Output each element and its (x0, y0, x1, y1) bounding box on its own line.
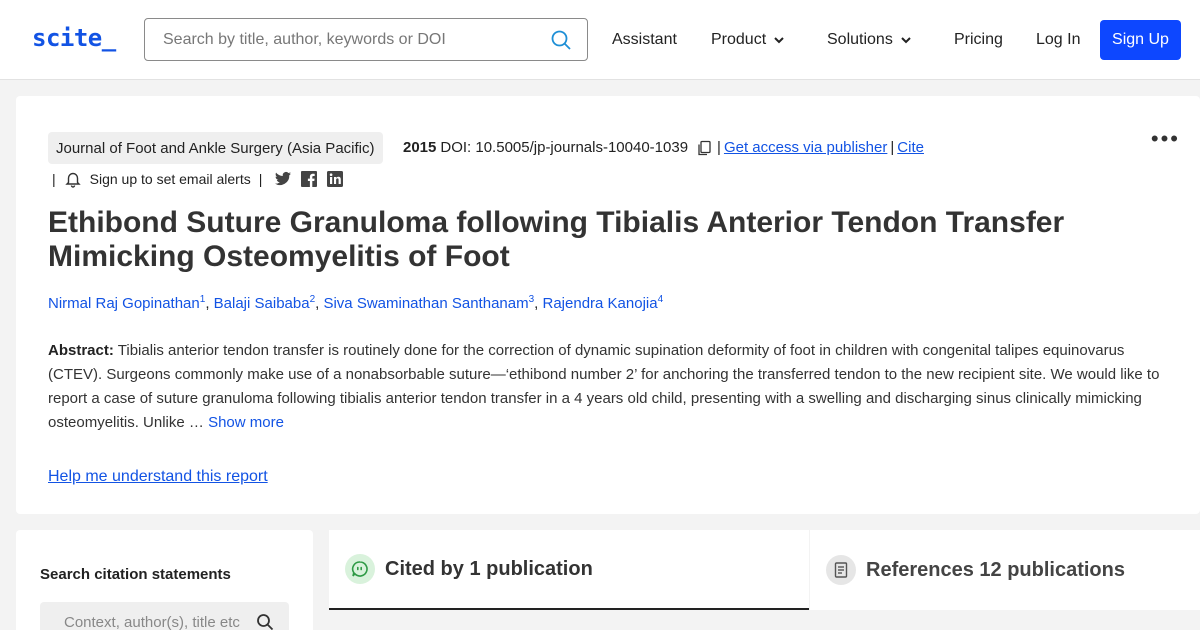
citation-search-box[interactable] (40, 602, 289, 630)
doi-text: DOI: 10.5005/jp-journals-10040-1039 (440, 139, 689, 156)
signup-button[interactable]: Sign Up (1100, 20, 1181, 60)
author-link[interactable]: Rajendra Kanojia4 (542, 294, 664, 312)
search-input[interactable] (145, 19, 545, 60)
alerts-row: | Sign up to set email alerts | (52, 170, 344, 188)
author-separator: , (534, 295, 543, 312)
citation-tabs: Cited by 1 publication References 12 pub… (329, 530, 1200, 630)
author-link[interactable]: Nirmal Raj Gopinathan1 (48, 294, 205, 312)
alerts-separator: | (258, 171, 263, 187)
article-meta: 2015 DOI: 10.5005/jp-journals-10040-1039… (403, 139, 924, 156)
cite-link[interactable]: Cite (897, 139, 924, 156)
article-title: Ethibond Suture Granuloma following Tibi… (48, 206, 1065, 273)
get-access-link[interactable]: Get access via publisher (724, 139, 887, 156)
journal-badge[interactable]: Journal of Foot and Ankle Surgery (Asia … (48, 132, 383, 164)
author-name: Siva Swaminathan Santhanam (323, 295, 529, 312)
email-alerts-link[interactable]: Sign up to set email alerts (90, 171, 251, 187)
citation-search-panel: Search citation statements (16, 530, 313, 630)
meta-separator: | (717, 139, 721, 156)
alerts-separator: | (52, 171, 56, 187)
publication-year: 2015 (403, 139, 437, 156)
social-share (274, 170, 344, 188)
abstract-label: Abstract: (48, 342, 114, 359)
tab-cited-label: Cited by 1 publication (385, 557, 593, 580)
search-icon[interactable] (256, 613, 274, 630)
author-link[interactable]: Balaji Saibaba2 (213, 294, 315, 312)
nav-solutions-dropdown[interactable]: Solutions (827, 31, 913, 49)
tab-references-label: References 12 publications (866, 558, 1125, 581)
chevron-down-icon (901, 37, 911, 44)
author-link[interactable]: Siva Swaminathan Santhanam3 (323, 294, 534, 312)
article-card: Journal of Foot and Ankle Surgery (Asia … (16, 96, 1200, 514)
copy-icon[interactable] (696, 140, 712, 156)
quote-bubble-icon (345, 554, 375, 584)
author-affiliation-number: 4 (657, 294, 664, 305)
author-name: Rajendra Kanojia (542, 295, 658, 312)
nav-assistant[interactable]: Assistant (612, 31, 677, 49)
author-name: Balaji Saibaba (213, 295, 310, 312)
nav-solutions-label: Solutions (827, 31, 893, 48)
tab-references[interactable]: References 12 publications (810, 530, 1200, 610)
twitter-icon[interactable] (274, 170, 292, 188)
abstract: Abstract: Tibialis anterior tendon trans… (48, 339, 1176, 435)
linkedin-icon[interactable] (326, 170, 344, 188)
nav-product-label: Product (711, 31, 767, 48)
author-separator: , (205, 295, 214, 312)
scite-logo[interactable]: scite_ (32, 24, 116, 52)
bell-icon[interactable] (64, 170, 82, 188)
nav-pricing[interactable]: Pricing (954, 31, 1003, 49)
tab-cited-by[interactable]: Cited by 1 publication (329, 530, 809, 610)
author-name: Nirmal Raj Gopinathan (48, 295, 200, 312)
document-icon (826, 555, 856, 585)
facebook-icon[interactable] (300, 170, 318, 188)
show-more-link[interactable]: Show more (208, 414, 284, 431)
nav-product-dropdown[interactable]: Product (711, 31, 786, 49)
help-understand-link[interactable]: Help me understand this report (48, 468, 268, 486)
citation-search-title: Search citation statements (40, 566, 231, 583)
author-list: Nirmal Raj Gopinathan1, Balaji Saibaba2,… (48, 294, 663, 312)
top-navigation-bar: scite_ Assistant Product Solutions Prici… (0, 0, 1200, 80)
citation-search-input[interactable] (40, 602, 240, 630)
nav-assistant-label: Assistant (612, 31, 677, 48)
more-options-icon[interactable]: ••• (1151, 126, 1180, 152)
nav-pricing-label: Pricing (954, 31, 1003, 48)
login-link[interactable]: Log In (1036, 31, 1080, 49)
search-box[interactable] (144, 18, 588, 61)
meta-separator: | (890, 139, 895, 156)
chevron-down-icon (774, 37, 784, 44)
search-icon[interactable] (549, 28, 573, 52)
login-label: Log In (1036, 31, 1081, 48)
